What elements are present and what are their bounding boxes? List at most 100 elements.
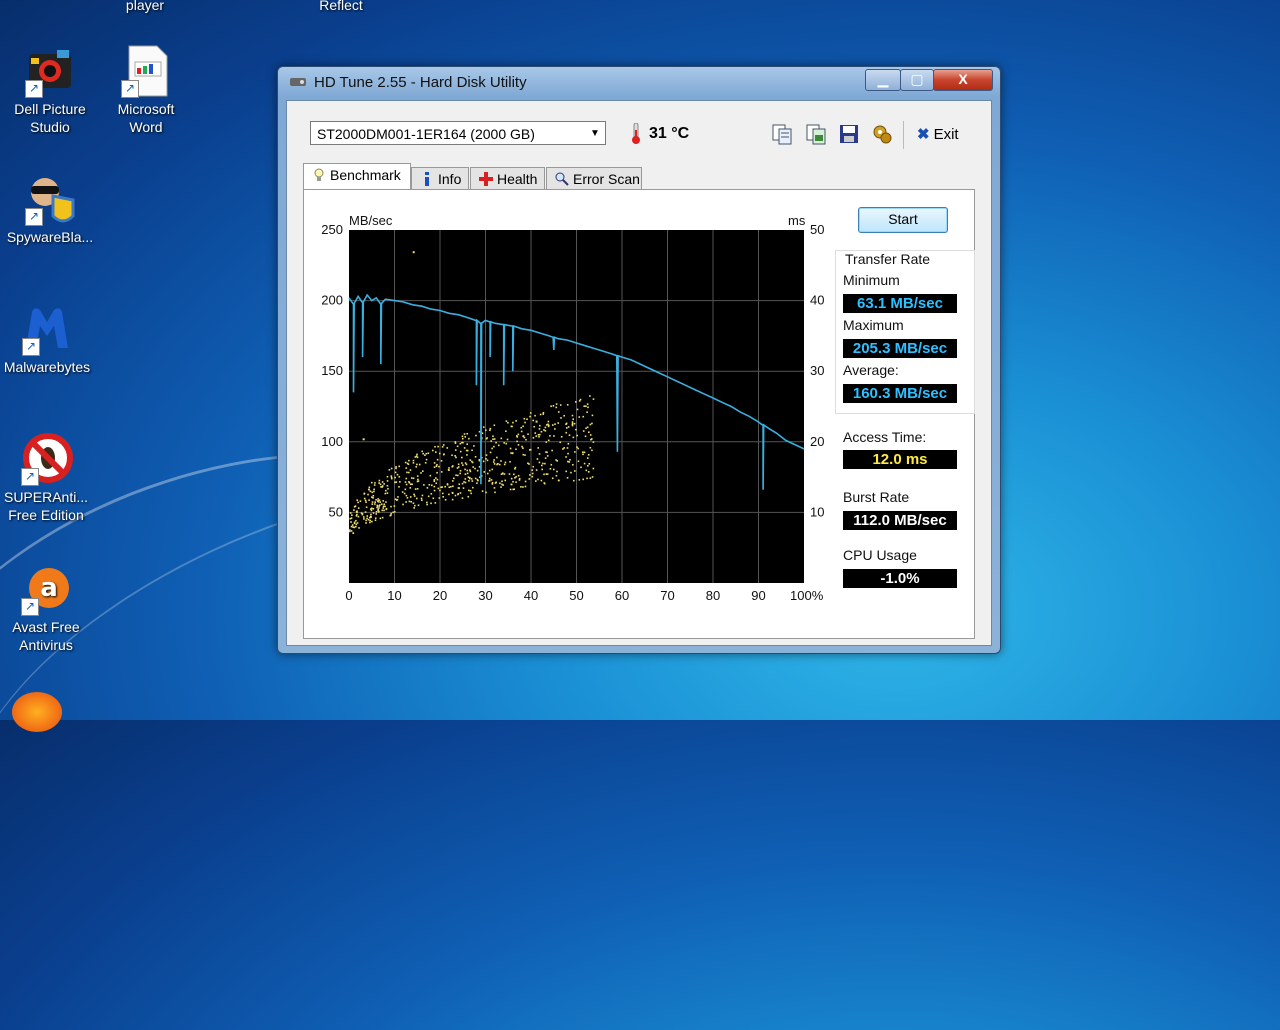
access-time-point (532, 465, 535, 468)
access-time-point (357, 515, 360, 518)
access-time-point (415, 466, 418, 468)
access-time-point (416, 480, 419, 483)
access-time-point (433, 466, 436, 469)
access-time-point (585, 405, 587, 407)
drive-dropdown[interactable]: ST2000DM001-1ER164 (2000 GB) ▼ (310, 121, 606, 145)
tab-health[interactable]: Health (470, 167, 545, 189)
access-time-point (539, 424, 541, 427)
access-time-point (369, 521, 371, 524)
tab-benchmark[interactable]: Benchmark (303, 163, 411, 190)
access-time-point (551, 477, 554, 480)
options-icon[interactable] (871, 123, 893, 145)
access-time-point (394, 476, 396, 479)
desktop-icon-spywareblaster[interactable]: ↗ SpywareBla... (4, 172, 96, 246)
access-time-point (457, 492, 460, 495)
access-time-point (486, 459, 489, 462)
access-time-point (437, 487, 440, 490)
access-time-point (493, 463, 496, 465)
access-time-point (383, 483, 385, 485)
access-time-point (547, 420, 550, 423)
access-time-point (557, 479, 560, 482)
access-time-point (385, 501, 387, 503)
access-time-point (490, 479, 493, 481)
access-time-point (462, 464, 464, 466)
access-time-point (520, 430, 523, 433)
access-time-point (455, 456, 457, 459)
access-time-point (520, 426, 523, 429)
start-button[interactable]: Start (858, 207, 948, 233)
tab-info[interactable]: Info (411, 167, 469, 189)
y2-tick-label: 10 (810, 504, 824, 519)
hard-disk-icon (290, 78, 306, 86)
access-time-point (464, 473, 467, 476)
access-time-point (489, 429, 491, 432)
magnifier-icon (555, 172, 569, 186)
desktop-icon-dell-picture-studio[interactable]: ↗ Dell Picture Studio (4, 44, 96, 136)
access-time-point (584, 435, 587, 438)
access-time-point (498, 463, 501, 466)
desktop-icon-superantispyware[interactable]: ↗ SUPERAnti... Free Edition (0, 432, 92, 524)
access-time-point (578, 479, 581, 481)
access-time-point (367, 518, 370, 521)
desktop-icon-avast[interactable]: a ↗ Avast Free Antivirus (0, 562, 92, 654)
access-time-point (369, 490, 372, 493)
access-time-point (350, 525, 353, 528)
access-time-point (583, 462, 586, 465)
minimize-button[interactable]: ▁ (865, 69, 901, 91)
access-time-point (467, 495, 470, 498)
access-time-point (367, 488, 370, 491)
access-time-point (430, 502, 432, 505)
access-time-point (390, 467, 393, 470)
desktop-icon-label: Malwarebytes (3, 359, 91, 375)
access-time-point (477, 479, 479, 482)
access-time-point (565, 470, 568, 473)
copy-text-icon[interactable] (771, 123, 793, 145)
close-button[interactable]: X (933, 69, 993, 91)
copy-screenshot-icon[interactable] (805, 123, 827, 145)
save-icon[interactable] (838, 123, 860, 145)
access-time-point (559, 404, 562, 406)
access-time-point (373, 490, 375, 493)
access-time-point (393, 510, 396, 513)
access-time-point (372, 494, 375, 497)
access-time-point (370, 481, 373, 484)
access-time-point (390, 505, 392, 508)
desktop-icon-malwarebytes[interactable]: ↗ Malwarebytes (1, 302, 93, 376)
access-time-point (567, 426, 570, 428)
access-time-point (565, 431, 568, 434)
access-time-point (426, 487, 429, 489)
access-time-point (451, 454, 453, 457)
access-time-point (354, 525, 357, 528)
access-time-point (413, 495, 416, 497)
access-time-point (461, 456, 463, 459)
access-time-point (509, 488, 512, 491)
title-bar[interactable]: HD Tune 2.55 - Hard Disk Utility ▁ ▢ X (278, 67, 1000, 99)
access-time-point (573, 470, 576, 472)
access-time-point (492, 461, 495, 463)
tab-error-scan[interactable]: Error Scan (546, 167, 642, 189)
access-time-point (535, 420, 538, 423)
access-time-point (429, 474, 432, 477)
access-time-point (503, 442, 505, 444)
access-time-point (591, 422, 593, 425)
access-time-point (525, 438, 527, 441)
access-time-point (442, 496, 445, 498)
x-tick-label: 100% (790, 588, 824, 603)
access-time-point (433, 485, 436, 488)
access-time-point (474, 477, 477, 480)
desktop-icon-microsoft-word[interactable]: ↗ Microsoft Word (100, 44, 192, 136)
exit-button[interactable]: ✖ Exit (917, 125, 959, 143)
access-time-point (544, 462, 546, 465)
access-time-point (471, 486, 474, 489)
access-time-point (565, 427, 568, 429)
access-time-point (552, 468, 555, 471)
access-time-point (390, 477, 393, 480)
exit-button-label: Exit (933, 126, 959, 143)
firefox-icon[interactable] (12, 692, 62, 732)
access-time-point (540, 479, 543, 482)
desktop-icon-label: Word (129, 119, 163, 135)
maximize-button[interactable]: ▢ (900, 69, 934, 91)
access-time-point (554, 423, 556, 425)
access-time-point (538, 428, 541, 430)
access-time-point (371, 491, 373, 494)
